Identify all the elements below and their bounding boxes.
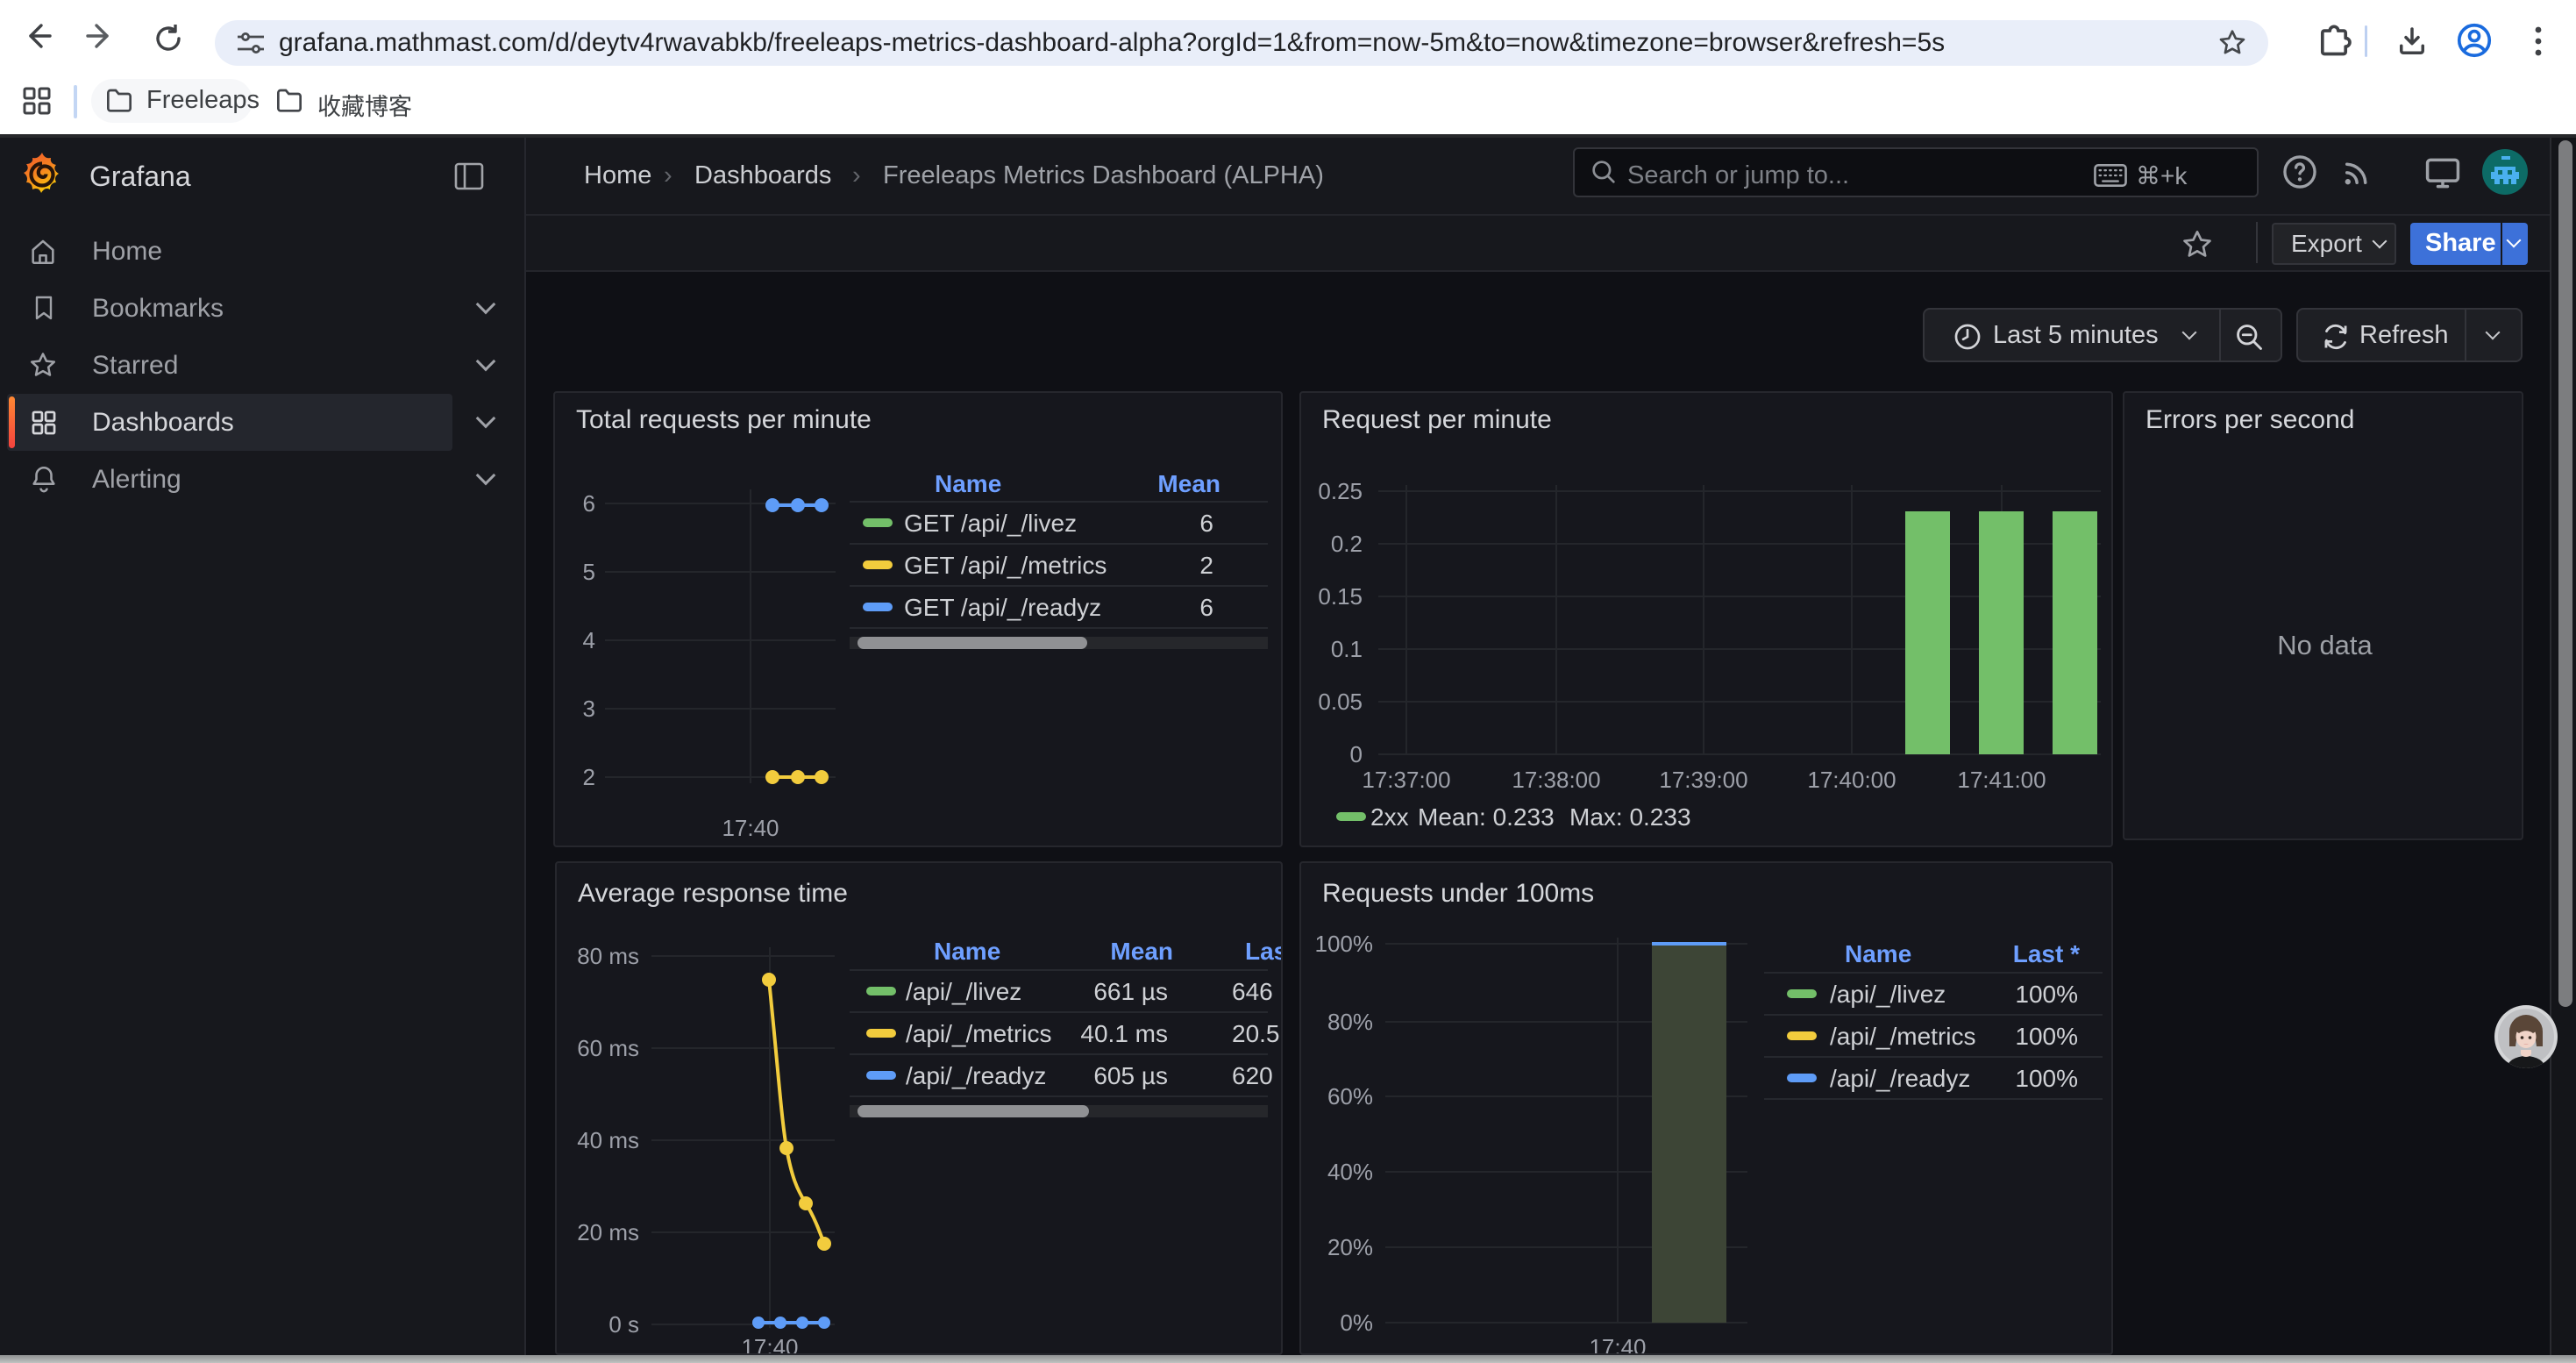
svg-text:60 ms: 60 ms: [577, 1035, 639, 1061]
svg-text:17:38:00: 17:38:00: [1512, 767, 1600, 793]
svg-text:17:40:00: 17:40:00: [1807, 767, 1896, 793]
svg-text:4: 4: [583, 627, 595, 653]
svg-text:3: 3: [583, 696, 595, 722]
svg-text:17:40: 17:40: [1589, 1334, 1646, 1355]
svg-text:0.05: 0.05: [1318, 689, 1363, 715]
svg-text:40%: 40%: [1327, 1159, 1373, 1185]
svg-text:0 s: 0 s: [608, 1311, 639, 1338]
svg-text:20%: 20%: [1327, 1234, 1373, 1260]
svg-text:17:39:00: 17:39:00: [1659, 767, 1747, 793]
svg-text:5: 5: [583, 559, 595, 585]
svg-text:2: 2: [583, 764, 595, 790]
svg-text:100%: 100%: [1315, 931, 1374, 957]
svg-text:17:40: 17:40: [722, 815, 779, 841]
svg-text:0.1: 0.1: [1331, 636, 1363, 662]
svg-text:17:41:00: 17:41:00: [1957, 767, 2046, 793]
svg-text:40 ms: 40 ms: [577, 1127, 639, 1153]
svg-text:60%: 60%: [1327, 1083, 1373, 1110]
svg-text:80 ms: 80 ms: [577, 943, 639, 969]
svg-text:6: 6: [583, 490, 595, 517]
svg-text:80%: 80%: [1327, 1009, 1373, 1035]
svg-text:0.2: 0.2: [1331, 531, 1363, 557]
svg-text:17:40: 17:40: [741, 1334, 798, 1355]
svg-text:0: 0: [1350, 741, 1363, 767]
svg-text:17:37:00: 17:37:00: [1362, 767, 1450, 793]
svg-text:0%: 0%: [1340, 1309, 1373, 1336]
svg-text:20 ms: 20 ms: [577, 1219, 639, 1245]
svg-text:0.25: 0.25: [1318, 478, 1363, 504]
svg-text:0.15: 0.15: [1318, 583, 1363, 610]
